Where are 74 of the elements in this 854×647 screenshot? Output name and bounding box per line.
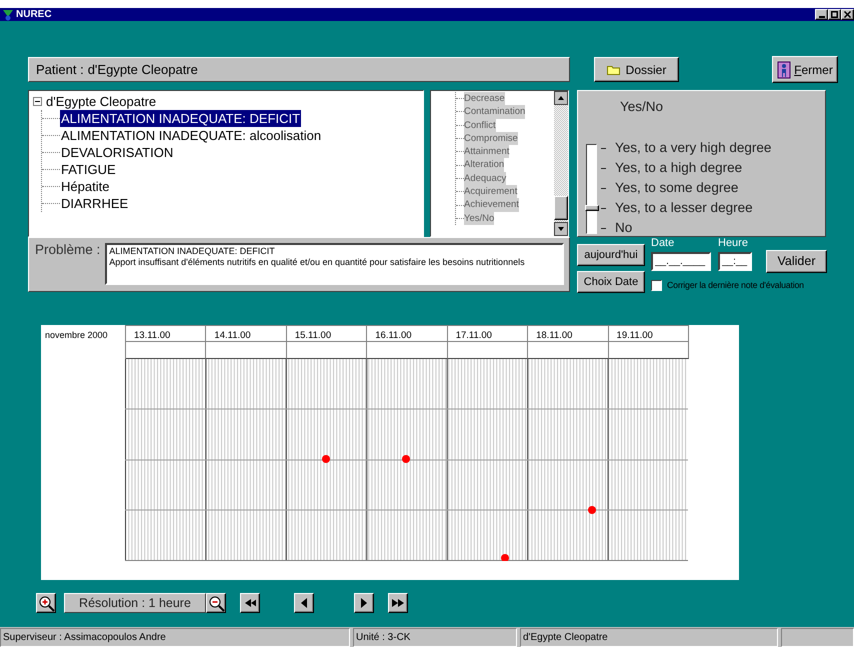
date-header: 17.11.00 [448, 326, 528, 341]
minimize-icon [818, 16, 824, 18]
tree-item[interactable]: ALIMENTATION INADEQUATE: DEFICIT [60, 110, 302, 127]
checkbox-label: Corriger la dernière note d'évaluation [667, 279, 804, 292]
patient-name: d'Egypte Cleopatre [88, 60, 198, 79]
folder-button[interactable]: Dossier [594, 57, 679, 82]
folder-icon [606, 64, 620, 74]
previous-button[interactable] [294, 592, 314, 612]
maximize-button[interactable] [828, 9, 841, 20]
date-label: Date [651, 237, 676, 251]
rewind-icon [244, 596, 256, 608]
tick-mark [601, 188, 606, 190]
zoom-in-icon [37, 594, 55, 612]
problem-label: Problème : [35, 243, 100, 259]
scale-option: Yes, to a high degree [615, 158, 742, 178]
tick-mark [601, 148, 606, 150]
zoom-out-icon [207, 594, 225, 612]
scale-option: Yes, to a lesser degree [615, 198, 753, 218]
tree-item[interactable]: FATIGUE [60, 161, 117, 178]
tree-item[interactable]: DIARRHEE [60, 195, 130, 212]
scale-option: No [615, 218, 632, 238]
date-field[interactable]: __.__.____ [651, 252, 711, 271]
evaluation-dot [322, 455, 330, 463]
scroll-down-icon[interactable] [554, 222, 568, 236]
patient-label: Patient : [36, 60, 84, 79]
time-field[interactable]: __:__ [718, 252, 752, 271]
close-icon [844, 11, 851, 18]
today-button[interactable]: aujourd'hui [577, 244, 645, 266]
date-header: 13.11.00 [126, 326, 206, 341]
chart-month: novembre 2000 [44, 329, 109, 342]
person-door-icon [777, 60, 792, 78]
scrollbar[interactable] [554, 91, 568, 236]
tick-mark [601, 208, 606, 210]
tick-mark [601, 168, 606, 170]
close-button[interactable]: Fermer [772, 56, 838, 83]
next-button[interactable] [354, 592, 374, 612]
resolution-label: Résolution : 1 heure [64, 592, 206, 612]
zoom-out-button[interactable] [206, 592, 226, 612]
tick-mark [601, 228, 606, 230]
tree-item[interactable]: ALIMENTATION INADEQUATE: alcoolisation [60, 127, 322, 144]
date-header: 19.11.00 [608, 326, 689, 341]
scroll-thumb[interactable] [554, 196, 568, 220]
zoom-in-button[interactable] [36, 592, 56, 612]
scale-option: Yes, to some degree [615, 178, 738, 198]
collapse-icon[interactable] [33, 97, 42, 106]
evaluation-dot [402, 455, 410, 463]
time-label: Heure [718, 237, 748, 251]
validate-button[interactable]: Valider [766, 250, 827, 273]
app-icon [2, 8, 14, 20]
status-panel: Unité : 3-CK [353, 628, 517, 647]
evaluation-dot [588, 506, 596, 514]
checkbox[interactable] [651, 280, 662, 292]
status-panel: d'Egypte Cleopatre [520, 628, 778, 647]
tree-item[interactable]: Hépatite [60, 178, 110, 195]
minimize-button[interactable] [815, 9, 828, 20]
date-header: 18.11.00 [528, 326, 609, 341]
slider-thumb[interactable] [585, 205, 599, 212]
close-button[interactable] [841, 9, 854, 20]
slider-track[interactable] [586, 144, 597, 234]
choose-date-button[interactable]: Choix Date [577, 271, 645, 293]
scale-option: Yes, to a very high degree [615, 138, 772, 158]
fast-forward-button[interactable] [388, 592, 408, 612]
scale-title: Yes/No [620, 98, 664, 116]
date-header: 16.11.00 [367, 326, 448, 341]
status-panel: Superviseur : Assimacopoulos Andre [0, 628, 350, 647]
tree-item[interactable]: d'Egypte Cleopatre [46, 93, 156, 110]
rewind-button[interactable] [240, 592, 260, 612]
window-title: NUREC [16, 8, 52, 21]
tree-item[interactable]: DEVALORISATION [60, 144, 174, 161]
scroll-up-icon[interactable] [554, 91, 568, 105]
maximize-icon [831, 11, 838, 18]
fast-forward-icon [391, 596, 405, 608]
date-header: 14.11.00 [206, 326, 287, 341]
date-header: 15.11.00 [286, 326, 368, 341]
